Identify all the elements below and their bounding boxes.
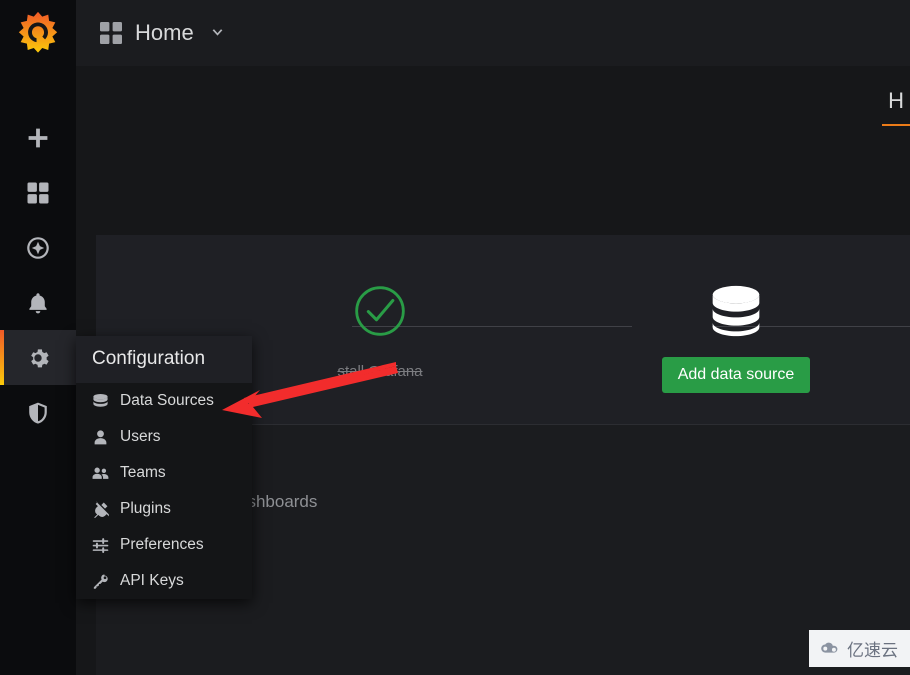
breadcrumb-label: Home (135, 20, 194, 45)
check-circle-icon (355, 286, 405, 336)
menu-item-label: Data Sources (120, 392, 214, 409)
menu-item-users[interactable]: Users (76, 419, 252, 455)
sidebar-item-server-admin[interactable] (0, 385, 76, 440)
sidebar-item-alerting[interactable] (0, 275, 76, 330)
menu-item-label: Teams (120, 464, 166, 481)
grafana-app-window: stall Grafana Add data source s ashboard… (0, 0, 910, 675)
users-icon (92, 467, 109, 479)
grid-icon (27, 182, 49, 203)
getting-started-stepper: stall Grafana Add data source (256, 283, 910, 413)
watermark-text: 亿速云 (847, 641, 898, 660)
menu-item-label: Users (120, 428, 161, 445)
tab-strip: H (790, 88, 910, 138)
sidebar-rail (0, 0, 76, 675)
step-label-install: stall Grafana (337, 363, 423, 380)
breadcrumb[interactable]: Home (100, 20, 223, 46)
sidebar-item-configuration[interactable] (0, 330, 76, 385)
chevron-down-icon (212, 29, 223, 36)
step-install-grafana: stall Grafana (290, 283, 470, 380)
tab-home[interactable]: H (882, 88, 910, 126)
database-icon (93, 393, 108, 407)
menu-item-label: API Keys (120, 572, 184, 589)
configuration-menu-title: Configuration (76, 336, 252, 383)
dashboard-grid-icon (100, 22, 122, 44)
menu-item-data-sources[interactable]: Data Sources (76, 383, 252, 419)
cloud-icon (821, 642, 838, 653)
configuration-dropdown-menu: Configuration Data Sources Users Teams P… (76, 336, 252, 599)
compass-icon (27, 236, 49, 259)
shield-icon (29, 402, 47, 424)
sidebar-items (0, 110, 76, 440)
top-navbar: Home (76, 0, 910, 66)
user-icon (94, 429, 107, 444)
watermark: 亿速云 (809, 630, 910, 667)
add-data-source-button[interactable]: Add data source (661, 357, 811, 393)
plus-icon (28, 128, 48, 147)
menu-item-api-keys[interactable]: API Keys (76, 563, 252, 599)
database-icon (712, 285, 760, 337)
sidebar-item-create[interactable] (0, 110, 76, 165)
grafana-logo-icon (18, 11, 58, 53)
key-icon (93, 574, 108, 589)
sidebar-item-dashboards[interactable] (0, 165, 76, 220)
menu-item-teams[interactable]: Teams (76, 455, 252, 491)
bell-icon (29, 292, 47, 313)
menu-item-label: Plugins (120, 500, 171, 517)
sidebar-item-explore[interactable] (0, 220, 76, 275)
sliders-icon (92, 537, 109, 553)
gear-icon (31, 348, 49, 367)
menu-item-preferences[interactable]: Preferences (76, 527, 252, 563)
step-add-data-source: Add data source (646, 283, 826, 393)
plug-icon (93, 500, 109, 518)
menu-item-label: Preferences (120, 536, 204, 553)
menu-item-plugins[interactable]: Plugins (76, 491, 252, 527)
grafana-logo[interactable] (0, 0, 76, 66)
